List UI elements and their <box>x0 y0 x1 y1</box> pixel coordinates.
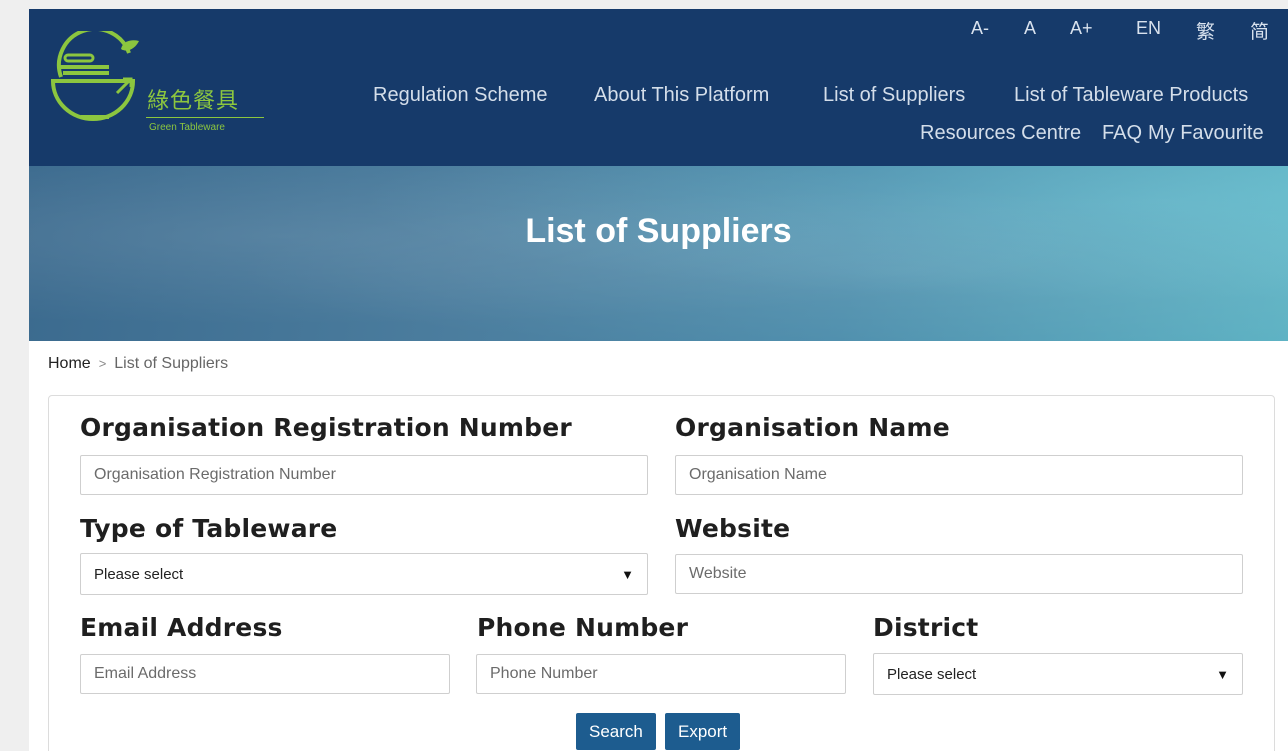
font-increase-button[interactable]: A+ <box>1070 18 1093 39</box>
bowl-logo-icon <box>50 31 139 121</box>
search-button[interactable]: Search <box>576 713 656 750</box>
reg-number-input[interactable] <box>80 455 648 495</box>
nav-faq[interactable]: FAQ <box>1102 122 1142 145</box>
lang-traditional-button[interactable]: 繁 <box>1196 17 1215 44</box>
font-decrease-button[interactable]: A- <box>971 18 989 39</box>
district-value: Please select <box>887 665 977 683</box>
page-banner: List of Suppliers <box>29 166 1288 341</box>
nav-resources-centre[interactable]: Resources Centre <box>920 122 1081 145</box>
district-select[interactable]: Please select ▼ <box>873 653 1243 695</box>
reg-number-label: Organisation Registration Number <box>80 413 572 442</box>
app-window: 綠色餐具 Green Tableware A- A A+ EN 繁 简 Regu… <box>29 9 1288 751</box>
logo-chinese-text: 綠色餐具 <box>147 89 240 114</box>
tableware-type-label: Type of Tableware <box>80 514 338 543</box>
logo-english-text: Green Tableware <box>149 122 225 133</box>
search-form-card: Organisation Registration Number Organis… <box>48 395 1275 751</box>
font-normal-button[interactable]: A <box>1024 18 1036 39</box>
dropdown-arrow-icon: ▼ <box>1216 666 1229 682</box>
lang-en-button[interactable]: EN <box>1136 18 1161 39</box>
org-name-label: Organisation Name <box>675 413 950 442</box>
breadcrumb-current: List of Suppliers <box>114 355 229 372</box>
nav-about-platform[interactable]: About This Platform <box>594 84 769 107</box>
breadcrumb-home-link[interactable]: Home <box>48 355 91 372</box>
org-name-input[interactable] <box>675 455 1243 495</box>
nav-regulation-scheme[interactable]: Regulation Scheme <box>373 84 548 107</box>
breadcrumb: Home > List of Suppliers <box>48 355 228 373</box>
nav-list-of-suppliers[interactable]: List of Suppliers <box>823 84 965 107</box>
nav-my-favourite[interactable]: My Favourite <box>1148 122 1264 145</box>
website-label: Website <box>675 514 791 543</box>
page-title: List of Suppliers <box>525 212 792 250</box>
logo-divider <box>146 117 264 118</box>
email-label: Email Address <box>80 613 283 642</box>
phone-label: Phone Number <box>477 613 689 642</box>
site-header: 綠色餐具 Green Tableware A- A A+ EN 繁 简 Regu… <box>29 9 1288 166</box>
tableware-type-value: Please select <box>94 565 184 583</box>
green-tableware-logo[interactable]: 綠色餐具 Green Tableware <box>49 31 269 141</box>
district-label: District <box>873 613 979 642</box>
export-button[interactable]: Export <box>665 713 741 750</box>
tableware-type-select[interactable]: Please select ▼ <box>80 553 648 595</box>
email-input[interactable] <box>80 654 450 694</box>
phone-input[interactable] <box>476 654 846 694</box>
dropdown-arrow-icon: ▼ <box>621 566 634 582</box>
breadcrumb-separator: > <box>98 356 107 371</box>
lang-simplified-button[interactable]: 简 <box>1250 17 1269 44</box>
website-input[interactable] <box>675 554 1243 594</box>
nav-list-of-products[interactable]: List of Tableware Products <box>1014 84 1248 107</box>
